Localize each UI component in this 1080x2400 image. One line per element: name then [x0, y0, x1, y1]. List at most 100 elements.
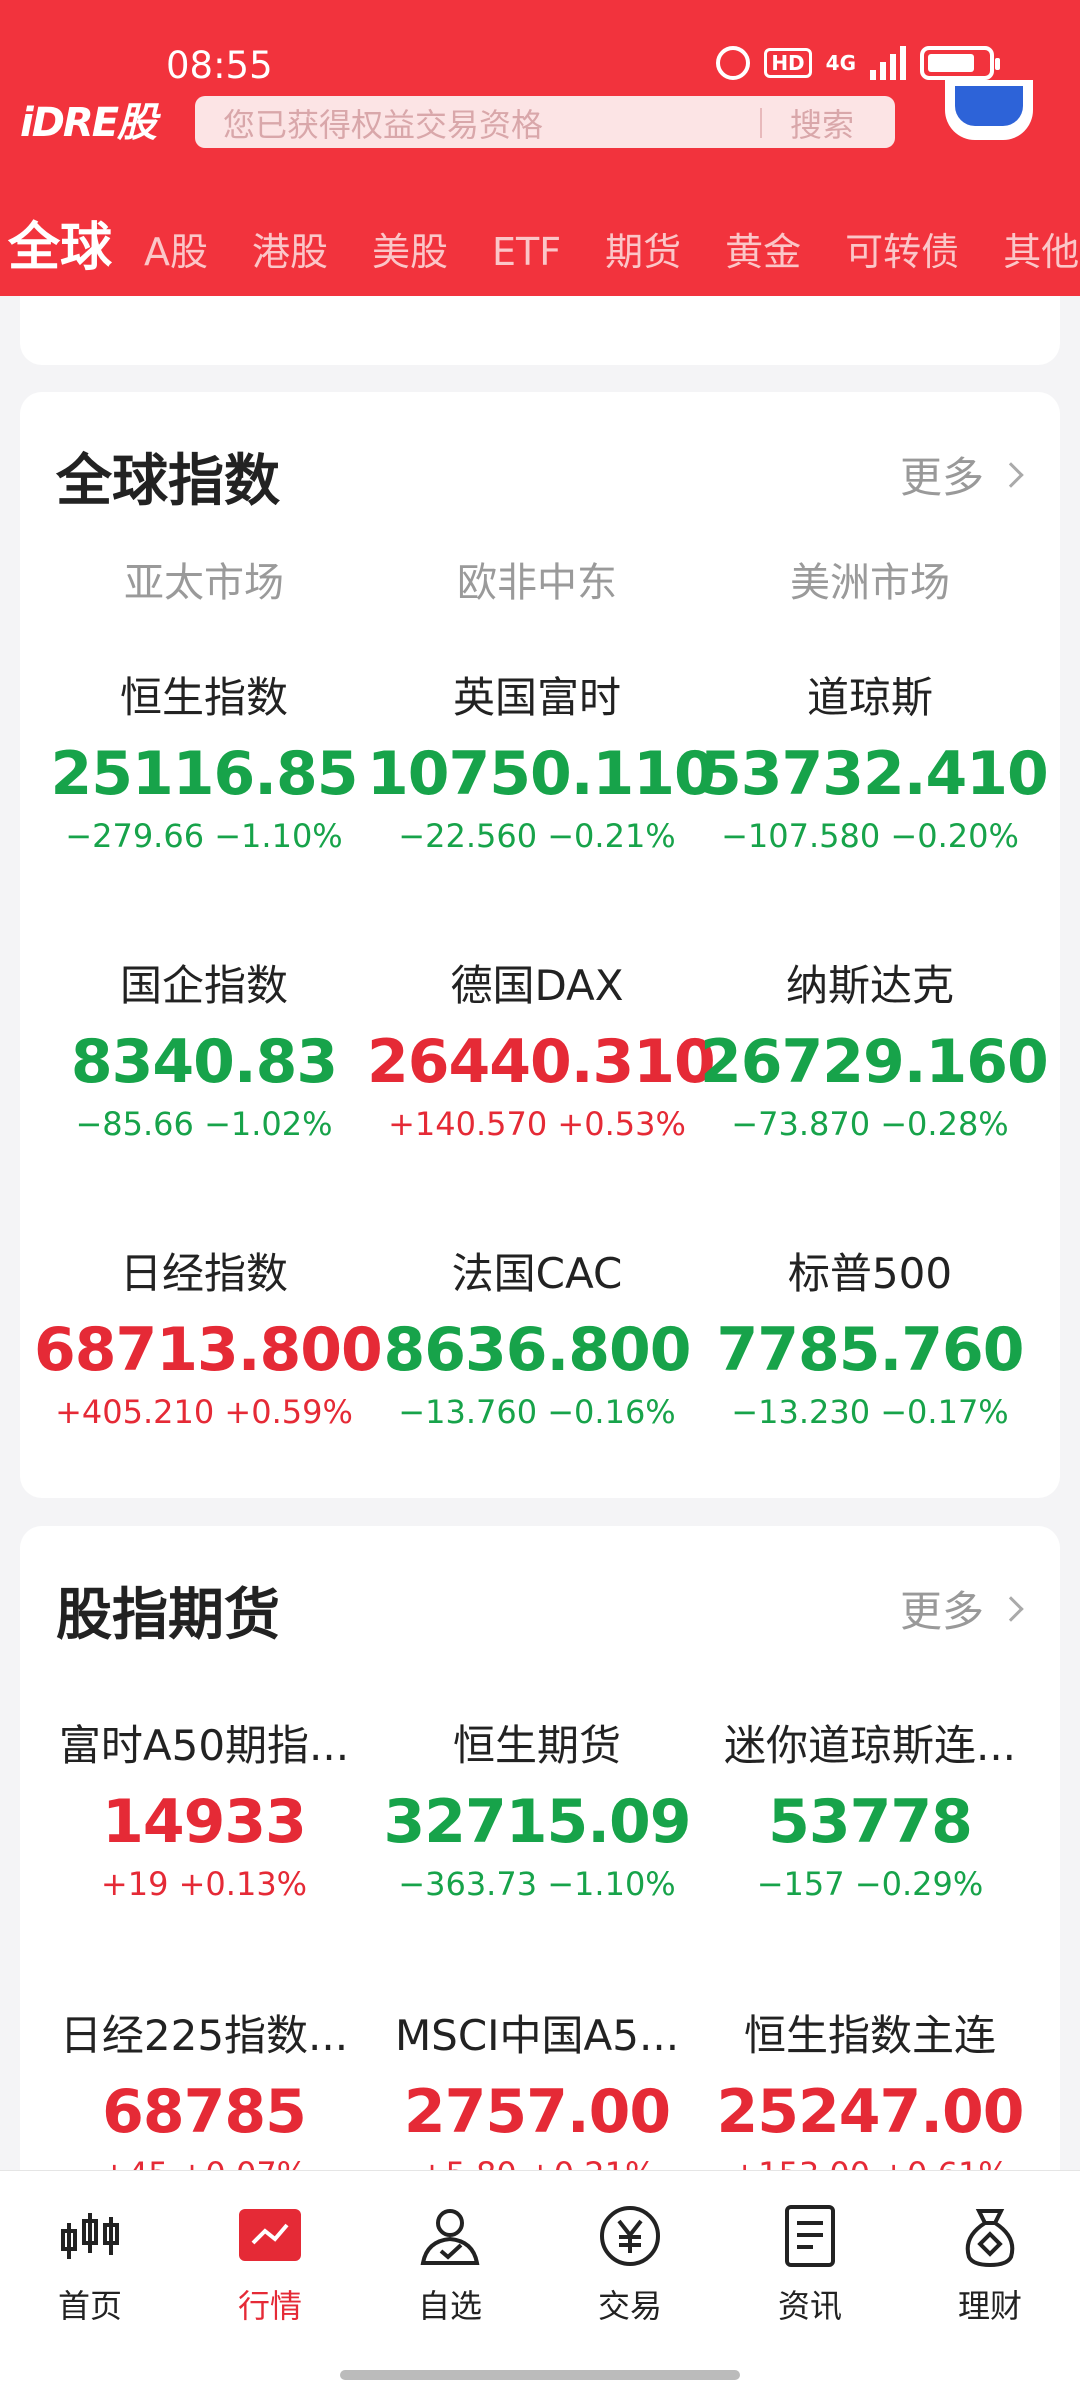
money-bag-icon	[957, 2203, 1023, 2269]
user-check-icon	[417, 2203, 483, 2269]
battery-icon	[920, 46, 1000, 80]
news-icon	[777, 2203, 843, 2269]
global-indices-item[interactable]: 德国DAX 26440.310 +140.570 +0.53%	[367, 952, 716, 1143]
index-futures-card: 股指期货 更多 富时A50期指... 14933 +19 +0.13% 恒生期货 327…	[20, 1526, 1060, 2226]
item-value: 25247.00	[716, 2077, 1024, 2147]
item-name: 标普500	[787, 1249, 953, 1298]
tabbar-label: 首页	[57, 2287, 122, 2325]
index-futures-more-link[interactable]: 更多	[899, 1578, 1024, 1639]
item-change: −279.66 −1.10%	[65, 817, 343, 855]
status-time: 08:55	[166, 44, 273, 87]
chevron-right-icon	[998, 461, 1024, 488]
item-change: −22.560 −0.21%	[398, 817, 676, 855]
region-europe-africa-middle-east[interactable]: 欧非中东	[367, 550, 707, 608]
item-change: −13.230 −0.17%	[731, 1393, 1009, 1431]
global-indices-item[interactable]: 国企指数 8340.83 −85.66 −1.02%	[34, 952, 374, 1143]
item-name: 恒生指数	[119, 673, 288, 722]
signal-icon	[870, 46, 906, 80]
region-americas[interactable]: 美洲市场	[700, 550, 1040, 608]
tabbar-label: 行情	[237, 2287, 302, 2325]
global-indices-item[interactable]: 日经指数 68713.800 +405.210 +0.59%	[34, 1240, 383, 1431]
tabbar-label: 交易	[597, 2287, 662, 2325]
tab-7[interactable]: 可转债	[845, 221, 959, 276]
item-name: 恒生期货	[452, 1721, 621, 1770]
status-icons: HD 4G	[716, 46, 1000, 80]
tab-1[interactable]: A股	[144, 221, 208, 276]
tabbar-label: 理财	[957, 2287, 1022, 2325]
item-change: −73.870 −0.28%	[731, 1105, 1009, 1143]
global-indices-item[interactable]: 纳斯达克 26729.160 −73.870 −0.28%	[700, 952, 1049, 1143]
tabbar-item-1[interactable]: 行情	[210, 2203, 330, 2327]
item-value: 26729.160	[700, 1027, 1049, 1097]
item-change: +140.570 +0.53%	[388, 1105, 686, 1143]
item-value: 68713.800	[34, 1315, 383, 1385]
chevron-right-icon	[998, 1595, 1024, 1622]
item-value: 2757.00	[403, 2077, 671, 2147]
search-button[interactable]: 搜索	[790, 100, 854, 146]
tabbar-item-0[interactable]: 首页	[30, 2203, 150, 2327]
tabbar-item-5[interactable]: 理财	[930, 2203, 1050, 2327]
item-change: +405.210 +0.59%	[55, 1393, 353, 1431]
global-indices-more-link[interactable]: 更多	[899, 444, 1024, 505]
item-name: 英国富时	[452, 673, 621, 722]
global-indices-title: 全球指数	[56, 449, 280, 514]
market-tabs: 全球 A股 港股 美股 ETF 期货 黄金 可转债 其他	[8, 205, 1080, 280]
index-futures-item[interactable]: 日经225指数...68785+45 +0.07%	[34, 2002, 374, 2193]
item-value: 8636.800	[383, 1315, 691, 1385]
more-label: 更多	[899, 453, 984, 502]
yuan-icon	[597, 2203, 663, 2269]
item-value: 8340.83	[70, 1027, 338, 1097]
item-name: 国企指数	[119, 961, 288, 1010]
candlestick-icon	[57, 2203, 123, 2269]
tabbar-label: 自选	[417, 2287, 482, 2325]
bottom-tab-bar: 首页 行情 自选 交易 资讯 理财	[0, 2170, 1080, 2400]
global-indices-item[interactable]: 标普500 7785.760 −13.230 −0.17%	[700, 1240, 1040, 1431]
tab-5[interactable]: 期货	[605, 221, 681, 276]
tabbar-item-3[interactable]: 交易	[570, 2203, 690, 2327]
assistant-robot-icon[interactable]	[945, 80, 1033, 140]
tab-3[interactable]: 美股	[372, 221, 448, 276]
item-change: −107.580 −0.20%	[721, 817, 1019, 855]
search-bar[interactable]: 您已获得权益交易资格 搜索	[195, 96, 895, 148]
item-name: 恒生指数主连	[743, 2011, 996, 2060]
global-indices-card: 全球指数 更多 亚太市场 欧非中东 美洲市场 恒生指数 25116.85 −279.…	[20, 392, 1060, 1498]
tabbar-item-4[interactable]: 资讯	[750, 2203, 870, 2327]
tab-2[interactable]: 港股	[252, 221, 328, 276]
global-indices-item[interactable]: 英国富时 10750.110 −22.560 −0.21%	[367, 664, 716, 855]
item-change: −157 −0.29%	[756, 1865, 984, 1903]
search-placeholder: 您已获得权益交易资格	[223, 106, 544, 144]
item-change: −363.73 −1.10%	[398, 1865, 676, 1903]
hd-icon: HD	[764, 48, 812, 78]
item-name: 富时A50期指...	[58, 1721, 350, 1770]
item-change: +19 +0.13%	[100, 1865, 308, 1903]
index-futures-item[interactable]: 富时A50期指... 14933 +19 +0.13%	[34, 1712, 374, 1903]
item-change: −85.66 −1.02%	[75, 1105, 333, 1143]
item-value: 7785.760	[716, 1315, 1024, 1385]
tab-8[interactable]: 其他	[1003, 221, 1079, 276]
index-futures-item[interactable]: 恒生指数主连25247.00+153.00 +0.61%	[700, 2002, 1040, 2193]
global-indices-item[interactable]: 法国CAC 8636.800 −13.760 −0.16%	[367, 1240, 707, 1431]
global-indices-item[interactable]: 道琼斯 53732.410 −107.580 −0.20%	[700, 664, 1049, 855]
tab-0[interactable]: 全球	[8, 205, 112, 280]
search-divider	[760, 108, 762, 138]
item-value: 68785	[102, 2077, 307, 2147]
app-header: 08:55 HD 4G iDRE股 您已获得权益交易资格 搜索 全球 A股 港股 美股…	[0, 0, 1080, 296]
region-asia-pacific[interactable]: 亚太市场	[34, 550, 374, 608]
tab-4[interactable]: ETF	[492, 230, 561, 274]
item-name: MSCI中国A5...	[394, 2011, 680, 2060]
tab-6[interactable]: 黄金	[725, 221, 801, 276]
tabbar-label: 资讯	[777, 2287, 842, 2325]
item-value: 32715.09	[383, 1787, 691, 1857]
index-futures-item[interactable]: MSCI中国A5...2757.00+5.80 +0.21%	[367, 2002, 707, 2193]
network-label: 4G	[825, 51, 856, 75]
market-chart-icon	[237, 2203, 303, 2269]
index-futures-item[interactable]: 迷你道琼斯连... 53778 −157 −0.29%	[700, 1712, 1040, 1903]
item-value: 53732.410	[700, 739, 1049, 809]
tabbar-item-2[interactable]: 自选	[390, 2203, 510, 2327]
home-indicator[interactable]	[340, 2370, 740, 2380]
index-futures-item[interactable]: 恒生期货 32715.09 −363.73 −1.10%	[367, 1712, 707, 1903]
global-indices-item[interactable]: 恒生指数 25116.85 −279.66 −1.10%	[34, 664, 374, 855]
more-label: 更多	[899, 1587, 984, 1636]
item-value: 53778	[768, 1787, 973, 1857]
item-name: 日经225指数...	[59, 2011, 349, 2060]
